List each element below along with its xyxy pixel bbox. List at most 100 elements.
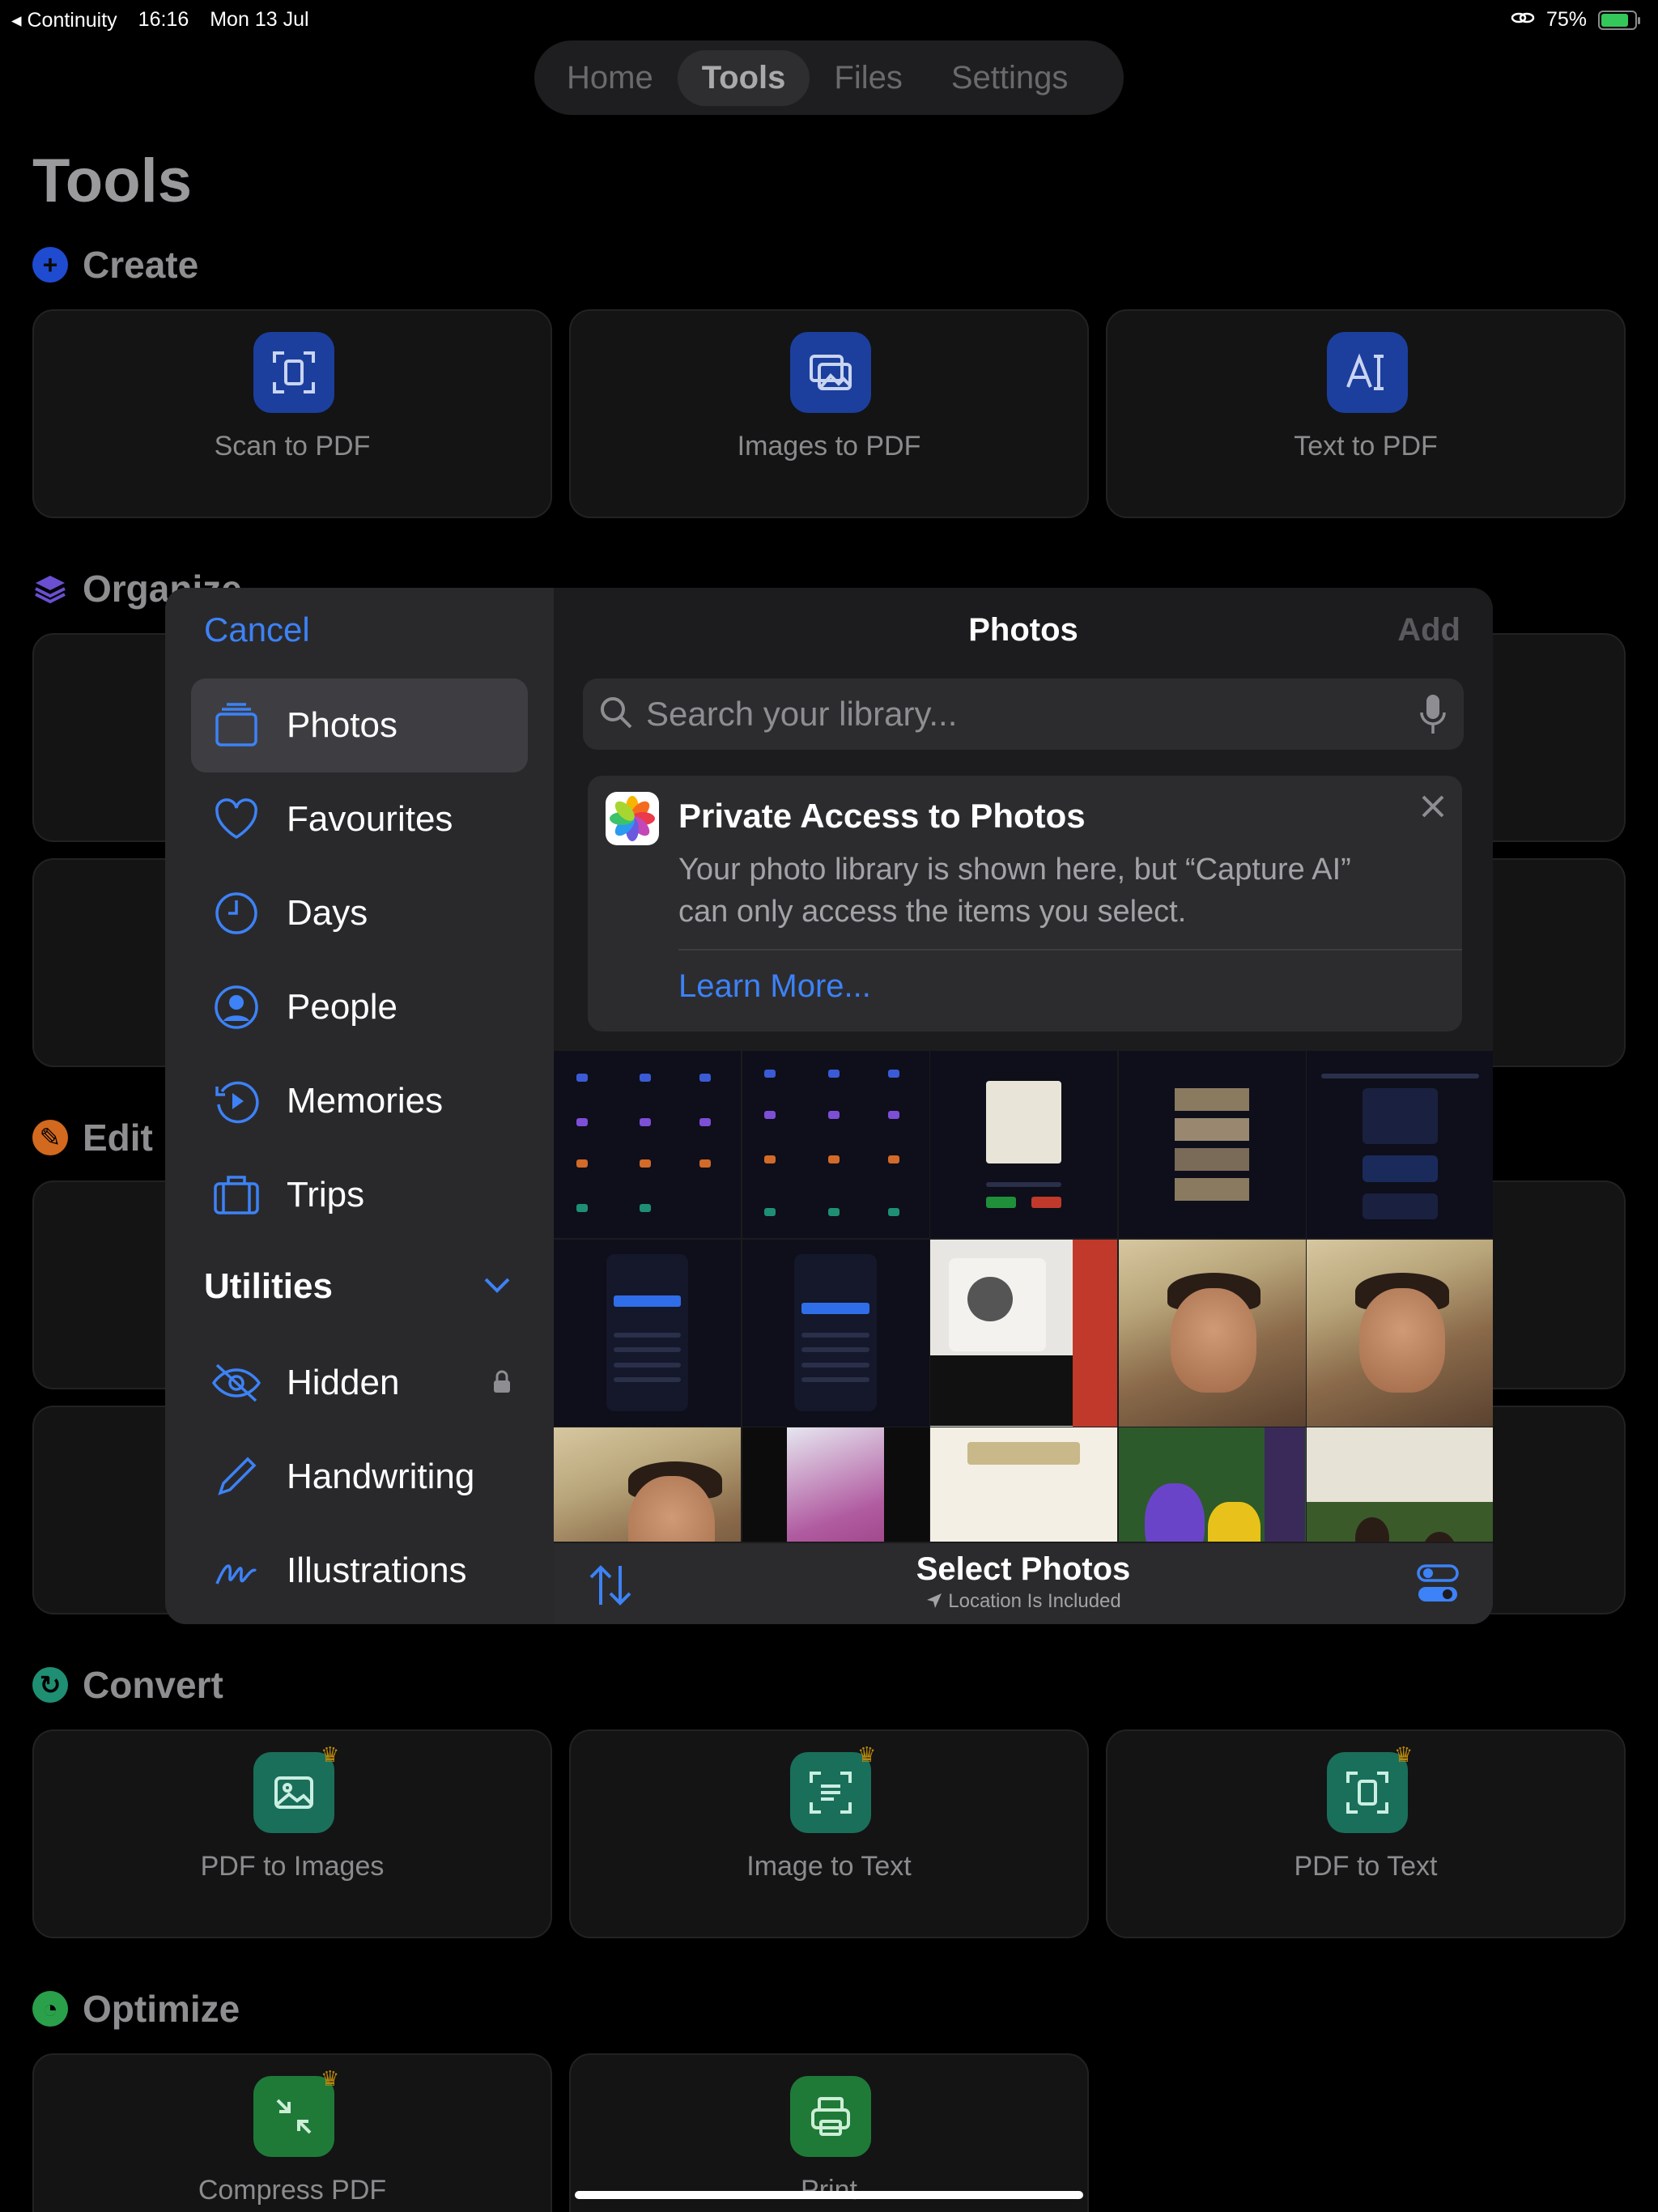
- sidebar-item-illustrations[interactable]: Illustrations: [191, 1524, 528, 1618]
- lock-icon: [492, 1370, 512, 1398]
- photos-app-icon: [606, 792, 659, 845]
- sidebar-item-label: People: [287, 987, 398, 1027]
- section-title: Create: [83, 244, 199, 286]
- location-included-label: Location Is Included: [554, 1590, 1493, 1613]
- sidebar-item-label: Hidden: [287, 1363, 400, 1402]
- search-icon: [597, 694, 635, 735]
- photo-thumbnail[interactable]: [742, 1239, 929, 1427]
- scribble-icon: [206, 1540, 267, 1602]
- search-placeholder: Search your library...: [646, 695, 958, 733]
- gauge-circle-icon: ◔: [32, 1991, 68, 2027]
- card-label: Text to PDF: [1294, 431, 1438, 462]
- sidebar-item-hidden[interactable]: Hidden: [191, 1336, 528, 1430]
- location-text: Location Is Included: [948, 1590, 1121, 1612]
- text-to-pdf-card[interactable]: Text to PDF: [1106, 309, 1626, 518]
- section-optimize: ◔ Optimize: [32, 1987, 240, 2031]
- select-photos-title: Select Photos: [916, 1551, 1131, 1587]
- picker-main: Photos Add Search your library... Privat…: [554, 588, 1493, 1624]
- premium-crown-icon: ♛: [321, 1742, 340, 1767]
- images-icon: [790, 332, 871, 413]
- memories-play-icon: [206, 1070, 267, 1132]
- clock-icon: [206, 883, 267, 944]
- learn-more-link[interactable]: Learn More...: [678, 968, 871, 1005]
- plus-circle-icon: +: [32, 247, 68, 283]
- card-label: Images to PDF: [737, 431, 921, 462]
- photo-thumbnail[interactable]: [554, 1051, 741, 1238]
- sidebar-item-label: Illustrations: [287, 1551, 467, 1590]
- image-to-text-card[interactable]: ♛ Image to Text: [569, 1729, 1089, 1938]
- banner-divider: [678, 949, 1462, 951]
- eye-slash-icon: [206, 1352, 267, 1414]
- picker-sidebar: Cancel Photos Favourites Days People Mem…: [165, 588, 554, 1624]
- tab-tools[interactable]: Tools: [677, 49, 810, 106]
- search-field[interactable]: Search your library...: [583, 678, 1464, 750]
- photo-thumbnail[interactable]: [930, 1051, 1117, 1238]
- photo-thumbnail[interactable]: [742, 1427, 929, 1542]
- premium-crown-icon: ♛: [857, 1742, 877, 1767]
- premium-crown-icon: ♛: [321, 2066, 340, 2091]
- sidebar-item-days[interactable]: Days: [191, 866, 528, 960]
- tab-files[interactable]: Files: [810, 50, 926, 106]
- chevron-down-icon[interactable]: [483, 1273, 512, 1301]
- sidebar-item-label: Days: [287, 893, 368, 933]
- pencil-icon: [206, 1446, 267, 1508]
- photo-thumbnail[interactable]: [930, 1427, 1117, 1542]
- location-arrow-icon: [927, 1593, 942, 1608]
- photo-grid: [554, 1051, 1493, 1542]
- banner-title: Private Access to Photos: [678, 797, 1086, 835]
- home-indicator[interactable]: [575, 2191, 1083, 2199]
- convert-circle-icon: ↻: [32, 1667, 68, 1703]
- person-circle-icon: [206, 976, 267, 1038]
- sidebar-item-handwriting[interactable]: Handwriting: [191, 1430, 528, 1524]
- tab-home[interactable]: Home: [542, 50, 678, 106]
- card-label: Image to Text: [746, 1851, 912, 1882]
- banner-description: Your photo library is shown here, but “C…: [678, 853, 1351, 929]
- sidebar-item-photos[interactable]: Photos: [191, 678, 528, 772]
- text-cursor-icon: [1327, 332, 1408, 413]
- sidebar-item-people[interactable]: People: [191, 960, 528, 1054]
- private-access-banner: Private Access to Photos Your photo libr…: [588, 776, 1462, 1032]
- options-toggle-icon[interactable]: [1415, 1561, 1460, 1610]
- scan-to-pdf-card[interactable]: Scan to PDF: [32, 309, 552, 518]
- sidebar-item-label: Trips: [287, 1175, 365, 1214]
- images-to-pdf-card[interactable]: Images to PDF: [569, 309, 1089, 518]
- microphone-icon[interactable]: [1418, 691, 1448, 741]
- photo-thumbnail[interactable]: [1118, 1239, 1306, 1427]
- pencil-circle-icon: ✎: [32, 1120, 68, 1155]
- sidebar-item-trips[interactable]: Trips: [191, 1148, 528, 1242]
- card-label: PDF to Images: [200, 1851, 385, 1882]
- sidebar-item-favourites[interactable]: Favourites: [191, 772, 528, 866]
- photo-thumbnail[interactable]: [1118, 1051, 1306, 1238]
- printer-icon: [790, 2076, 871, 2157]
- section-edit: ✎ Edit: [32, 1116, 153, 1159]
- section-title: Edit: [83, 1117, 153, 1159]
- tab-settings[interactable]: Settings: [927, 50, 1093, 106]
- photo-thumbnail[interactable]: [554, 1239, 741, 1427]
- section-create: + Create: [32, 243, 198, 287]
- pdf-to-images-card[interactable]: ♛ PDF to Images: [32, 1729, 552, 1938]
- photo-picker-sheet: Cancel Photos Favourites Days People Mem…: [165, 588, 1493, 1624]
- photo-thumbnail[interactable]: [930, 1239, 1117, 1427]
- photo-thumbnail[interactable]: [1118, 1427, 1306, 1542]
- card-label: PDF to Text: [1294, 1851, 1438, 1882]
- photos-stack-icon: [206, 695, 267, 756]
- pdf-to-text-card[interactable]: ♛ PDF to Text: [1106, 1729, 1626, 1938]
- photo-thumbnail[interactable]: [1307, 1427, 1493, 1542]
- utilities-header[interactable]: Utilities: [204, 1266, 333, 1307]
- photo-thumbnail[interactable]: [554, 1427, 741, 1542]
- cancel-button[interactable]: Cancel: [204, 610, 310, 649]
- sidebar-item-memories[interactable]: Memories: [191, 1054, 528, 1148]
- section-title: Optimize: [83, 1988, 240, 2030]
- print-card[interactable]: Print: [569, 2053, 1089, 2212]
- segmented-nav: Home Tools Files Settings: [534, 40, 1124, 115]
- photo-thumbnail[interactable]: [1307, 1051, 1493, 1238]
- photo-thumbnail[interactable]: [742, 1051, 929, 1238]
- compress-pdf-card[interactable]: ♛ Compress PDF: [32, 2053, 552, 2212]
- add-button[interactable]: Add: [1397, 612, 1460, 649]
- photo-thumbnail[interactable]: [1307, 1239, 1493, 1427]
- heart-icon: [206, 789, 267, 850]
- close-icon[interactable]: [1417, 790, 1449, 827]
- section-convert: ↻ Convert: [32, 1663, 223, 1707]
- stack-icon: [32, 571, 68, 606]
- section-title: Convert: [83, 1664, 223, 1706]
